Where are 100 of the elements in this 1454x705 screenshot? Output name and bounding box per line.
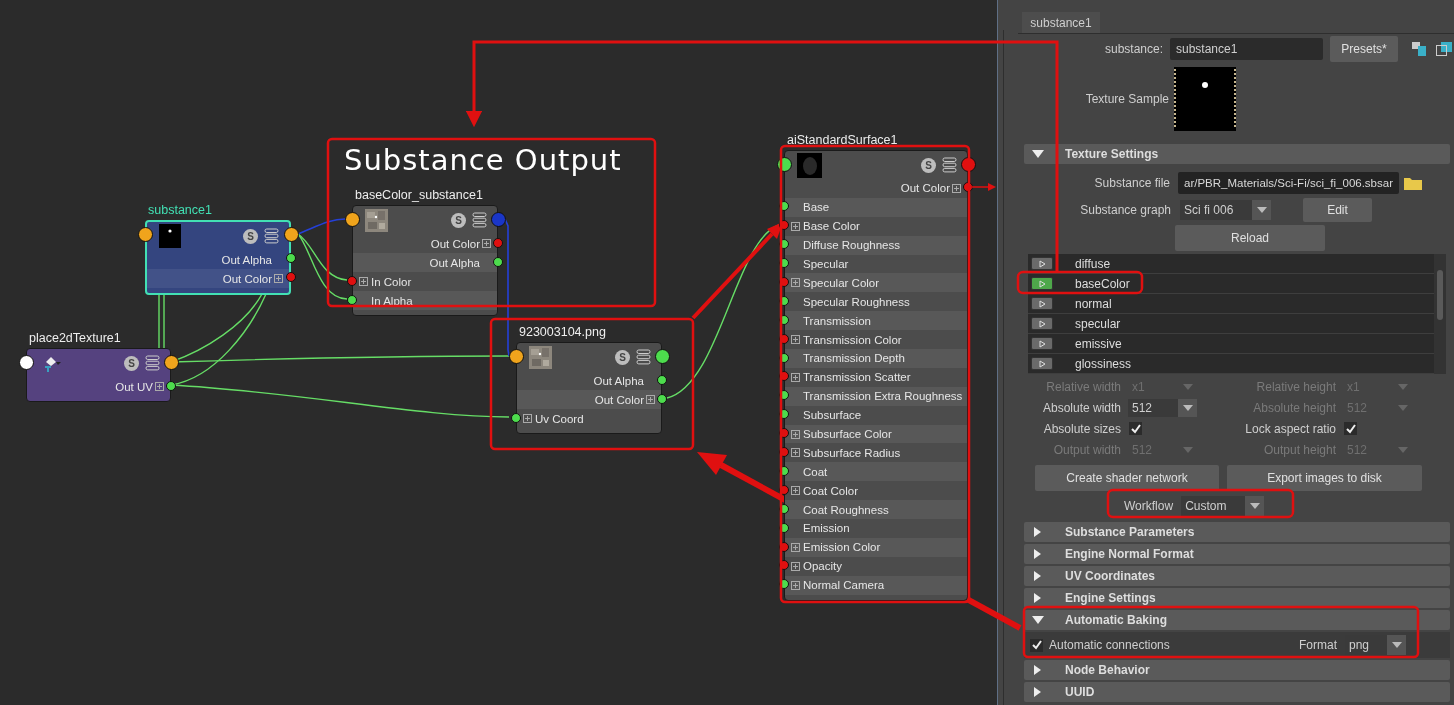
size-dropdown[interactable]: 512 — [1128, 398, 1197, 417]
graph-node[interactable]: S Out Alpha Out Color Uv Coord — [516, 342, 662, 434]
section-header[interactable]: Substance Parameters — [1024, 522, 1450, 542]
folder-icon[interactable] — [1404, 176, 1422, 190]
section-header[interactable]: Node Behavior — [1024, 660, 1450, 680]
expand-icon[interactable] — [791, 448, 800, 458]
port-dot[interactable] — [779, 428, 789, 439]
toggle-button[interactable] — [1031, 297, 1053, 310]
workflow-dropdown[interactable]: Custom — [1181, 496, 1265, 516]
graph-node[interactable]: S Out Alpha Out Color — [145, 220, 291, 295]
presets-button[interactable]: Presets* — [1330, 36, 1398, 62]
expand-icon[interactable] — [359, 277, 368, 286]
port-dot[interactable] — [493, 237, 503, 248]
expand-icon[interactable] — [791, 278, 800, 288]
list-icon[interactable] — [264, 228, 279, 244]
editor-tab[interactable]: substance1 — [1022, 12, 1100, 33]
toggle-button[interactable] — [1031, 277, 1053, 290]
port-dot[interactable] — [657, 374, 667, 385]
port-dot[interactable] — [779, 465, 789, 476]
expand-icon[interactable] — [482, 239, 491, 248]
port-dot[interactable] — [779, 484, 789, 495]
toggle-button[interactable] — [1031, 317, 1053, 330]
port-label: Subsurface Radius — [803, 446, 901, 459]
export-images-button[interactable]: Export images to disk — [1227, 465, 1422, 491]
port-dot[interactable] — [286, 252, 296, 263]
port-dot[interactable] — [779, 295, 789, 306]
expand-icon[interactable] — [791, 429, 800, 439]
edit-button[interactable]: Edit — [1303, 198, 1372, 222]
section-header[interactable]: UV Coordinates — [1024, 566, 1450, 586]
swatch-button[interactable]: S — [243, 228, 258, 244]
copy-icon[interactable] — [1436, 42, 1452, 56]
scrollbar[interactable] — [1434, 254, 1446, 374]
expand-icon[interactable] — [791, 542, 800, 552]
file-path-field[interactable]: ar/PBR_Materials/Sci-Fi/sci_fi_006.sbsar — [1178, 172, 1399, 194]
create-shader-network-button[interactable]: Create shader network — [1035, 465, 1219, 491]
expand-icon[interactable] — [791, 372, 800, 382]
expand-icon[interactable] — [791, 486, 800, 496]
toggle-button[interactable] — [1031, 257, 1053, 270]
list-icon[interactable] — [145, 355, 160, 371]
port-dot[interactable] — [657, 393, 667, 404]
swatch-button[interactable]: S — [124, 355, 139, 371]
graph-dropdown[interactable]: Sci fi 006 — [1180, 200, 1271, 220]
swatch-button[interactable]: S — [921, 157, 936, 173]
port-dot[interactable] — [963, 182, 973, 193]
section-header[interactable]: Texture Settings — [1024, 144, 1450, 164]
port-dot[interactable] — [347, 294, 357, 305]
port-dot[interactable] — [779, 239, 789, 250]
port-dot[interactable] — [779, 522, 789, 533]
output-name[interactable]: specular — [1075, 316, 1121, 331]
list-icon[interactable] — [636, 349, 651, 365]
port-dot[interactable] — [779, 276, 789, 287]
section-header[interactable]: Engine Settings — [1024, 588, 1450, 608]
port-dot[interactable] — [779, 541, 789, 552]
port-dot[interactable] — [779, 390, 789, 401]
output-name[interactable]: normal — [1075, 296, 1112, 311]
port-dot[interactable] — [779, 314, 789, 325]
output-name[interactable]: glossiness — [1075, 356, 1132, 371]
output-name[interactable]: baseColor — [1075, 276, 1130, 291]
port-dot[interactable] — [779, 371, 789, 382]
expand-icon[interactable] — [791, 221, 800, 231]
expand-icon[interactable] — [523, 414, 532, 423]
output-name[interactable]: emissive — [1075, 336, 1122, 351]
port-dot[interactable] — [779, 447, 789, 458]
toggle-button[interactable] — [1031, 357, 1053, 370]
expand-icon[interactable] — [646, 395, 655, 404]
port-dot[interactable] — [779, 503, 789, 514]
section-header[interactable]: Automatic Baking — [1024, 610, 1450, 630]
checkbox[interactable] — [1344, 422, 1357, 435]
port-dot[interactable] — [779, 258, 789, 269]
expand-icon[interactable] — [952, 183, 961, 193]
output-name[interactable]: diffuse — [1075, 256, 1111, 271]
port-dot[interactable] — [779, 333, 789, 344]
swatch-button[interactable]: S — [615, 349, 630, 365]
port-dot[interactable] — [286, 271, 296, 282]
section-header[interactable]: Engine Normal Format — [1024, 544, 1450, 564]
expand-icon[interactable] — [791, 335, 800, 345]
port-dot[interactable] — [779, 409, 789, 420]
port-dot[interactable] — [779, 352, 789, 363]
graph-node[interactable]: S Out UV — [26, 348, 171, 402]
port-dot[interactable] — [166, 380, 176, 391]
swatch-button[interactable]: S — [451, 212, 466, 228]
port-dot[interactable] — [493, 256, 503, 267]
graph-node[interactable]: S Out Color Out Alpha In Color In Alpha — [352, 205, 498, 316]
port-dot[interactable] — [347, 275, 357, 286]
expand-icon[interactable] — [791, 561, 800, 571]
name-field[interactable]: substance1 — [1170, 38, 1323, 60]
port-dot[interactable] — [511, 412, 521, 423]
port-dot[interactable] — [779, 579, 789, 590]
port-dot[interactable] — [779, 560, 789, 571]
checkbox[interactable] — [1030, 638, 1043, 652]
list-icon[interactable] — [942, 157, 957, 173]
expand-icon[interactable] — [155, 382, 164, 391]
expand-icon[interactable] — [274, 274, 283, 283]
toggle-button[interactable] — [1031, 337, 1053, 350]
checkbox[interactable] — [1129, 422, 1142, 435]
section-header[interactable]: UUID — [1024, 682, 1450, 702]
list-icon[interactable] — [472, 212, 487, 228]
layout-icon[interactable] — [1412, 42, 1426, 56]
port-dot[interactable] — [779, 201, 789, 212]
reload-button[interactable]: Reload — [1175, 225, 1325, 251]
